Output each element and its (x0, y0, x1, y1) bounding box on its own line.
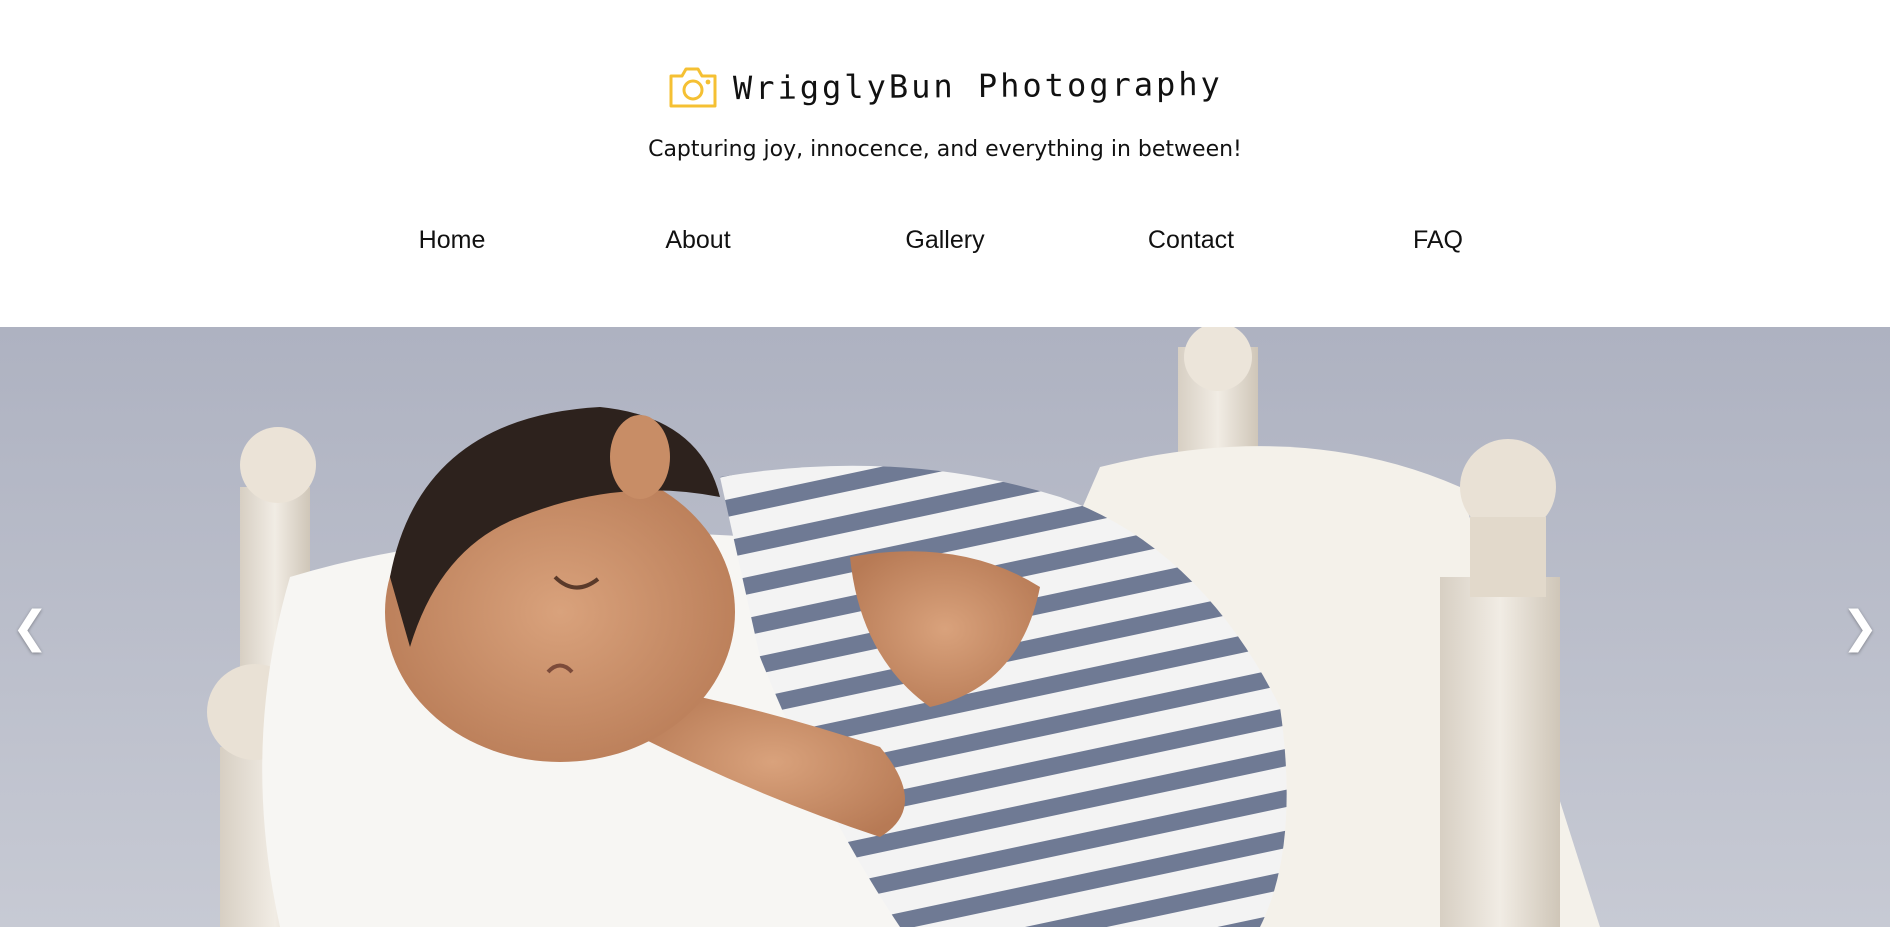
carousel-next-button[interactable]: ❯ (1838, 597, 1882, 657)
nav-about[interactable]: About (665, 226, 730, 255)
main-nav: Home About Gallery Contact FAQ (0, 226, 1890, 270)
nav-contact[interactable]: Contact (1148, 226, 1234, 255)
site-tagline: Capturing joy, innocence, and everything… (648, 137, 1242, 162)
hero-carousel: ❮ ❯ (0, 327, 1890, 927)
nav-home[interactable]: Home (419, 226, 486, 255)
carousel-prev-button[interactable]: ❮ (8, 597, 52, 657)
hero-image (0, 327, 1890, 927)
nav-faq[interactable]: FAQ (1413, 226, 1463, 255)
site-title: WrigglyBun Photography (732, 64, 1224, 108)
nav-gallery[interactable]: Gallery (905, 226, 984, 255)
camera-icon (669, 67, 717, 108)
site-header: WrigglyBun Photography Capturing joy, in… (0, 0, 1890, 327)
brand[interactable]: WrigglyBun Photography (0, 62, 1890, 110)
